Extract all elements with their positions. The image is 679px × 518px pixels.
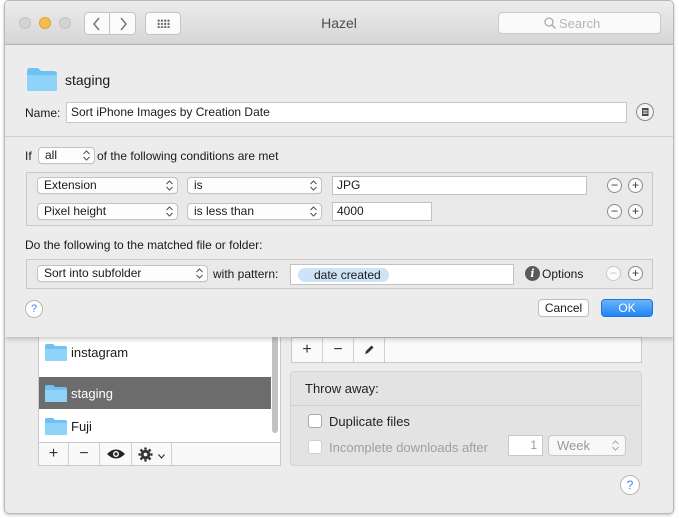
condition-operator-select[interactable]: is less than	[187, 203, 322, 220]
condition-operator-value: is	[194, 178, 203, 192]
add-condition-button[interactable]: +	[628, 178, 643, 193]
condition-operator-select[interactable]: is	[187, 177, 322, 194]
options-button[interactable]: Options	[542, 267, 583, 281]
folder-actions-button[interactable]	[132, 443, 172, 465]
popup-arrows-icon	[612, 440, 619, 451]
add-action-button[interactable]: +	[628, 266, 643, 281]
add-rule-button[interactable]: +	[292, 338, 323, 362]
help-button[interactable]: ?	[25, 300, 43, 318]
rule-notes-button[interactable]	[636, 103, 654, 121]
actions-box: Sort into subfolder with pattern: date c…	[26, 259, 653, 289]
rule-edit-sheet: staging Name: Sort iPhone Images by Crea…	[5, 45, 673, 337]
remove-action-button[interactable]: −	[606, 266, 621, 281]
eye-icon	[106, 449, 125, 459]
condition-attribute-select[interactable]: Pixel height	[37, 203, 178, 220]
condition-attribute-value: Pixel height	[44, 204, 107, 218]
search-input[interactable]: Search	[498, 12, 661, 34]
condition-attribute-value: Extension	[44, 178, 97, 192]
help-button[interactable]: ?	[620, 475, 640, 495]
popup-arrows-icon	[166, 180, 173, 191]
divider	[5, 136, 673, 137]
popup-arrows-icon	[166, 206, 173, 217]
hazel-window: Hazel Search instagram staging Fuji + −	[4, 0, 674, 514]
pencil-icon	[365, 345, 374, 354]
cancel-button[interactable]: Cancel	[538, 299, 589, 317]
folder-list-toolbar: + −	[38, 442, 281, 466]
folder-icon	[45, 344, 67, 361]
folder-name: staging	[71, 386, 113, 401]
chevron-down-icon	[157, 454, 165, 459]
actions-label: Do the following to the matched file or …	[25, 238, 263, 252]
condition-operator-value: is less than	[194, 204, 255, 218]
condition-value-field[interactable]: JPG	[332, 176, 587, 195]
incomplete-downloads-label: Incomplete downloads after	[329, 440, 488, 455]
duplicate-files-checkbox[interactable]	[308, 414, 322, 428]
conditions-suffix: of the following conditions are met	[97, 149, 279, 163]
search-placeholder: Search	[559, 16, 601, 31]
folder-name: Fuji	[71, 419, 92, 434]
ok-button[interactable]: OK	[601, 299, 653, 317]
condition-value-field[interactable]: 4000	[332, 202, 432, 221]
list-item[interactable]: staging	[39, 377, 271, 409]
folder-list-scrollbar[interactable]	[272, 329, 278, 433]
remove-condition-button[interactable]: −	[607, 204, 622, 219]
pattern-field[interactable]: date created	[290, 264, 514, 285]
rule-name-field[interactable]: Sort iPhone Images by Creation Date	[66, 102, 627, 123]
list-item[interactable]: Fuji	[39, 410, 271, 442]
titlebar: Hazel Search	[5, 1, 673, 45]
incomplete-downloads-checkbox[interactable]	[308, 440, 322, 454]
add-condition-button[interactable]: +	[628, 204, 643, 219]
popup-arrows-icon	[196, 268, 203, 279]
rules-toolbar: + −	[291, 337, 642, 363]
pattern-token[interactable]: date created	[298, 268, 389, 282]
folder-name: instagram	[71, 345, 129, 360]
remove-folder-button[interactable]: −	[69, 443, 100, 465]
popup-arrows-icon	[310, 180, 317, 191]
throw-away-panel: Throw away: Duplicate files Incomplete d…	[290, 371, 642, 466]
incomplete-unit-value: Week	[557, 438, 590, 453]
view-folder-button[interactable]	[100, 443, 132, 465]
duplicate-files-label: Duplicate files	[329, 414, 410, 429]
popup-arrows-icon	[83, 150, 90, 161]
folder-icon	[45, 385, 67, 402]
conditions-box: Extension is JPG − + Pixel height is les…	[26, 172, 653, 226]
name-label: Name:	[25, 106, 61, 120]
divider	[291, 405, 641, 406]
info-icon[interactable]: i	[525, 266, 540, 281]
action-type-select[interactable]: Sort into subfolder	[37, 265, 208, 282]
add-folder-button[interactable]: +	[39, 443, 69, 465]
document-icon	[642, 108, 649, 116]
match-mode-select[interactable]: all	[38, 147, 95, 164]
folder-list[interactable]: instagram staging Fuji	[38, 329, 281, 443]
throw-away-title: Throw away:	[305, 381, 379, 396]
action-type-value: Sort into subfolder	[44, 266, 142, 280]
folder-icon	[27, 68, 57, 91]
remove-rule-button[interactable]: −	[323, 338, 354, 362]
match-mode-value: all	[45, 148, 58, 162]
folder-icon	[45, 418, 67, 435]
edit-rule-button[interactable]	[354, 338, 385, 362]
if-label: If	[25, 149, 32, 163]
with-pattern-label: with pattern:	[213, 267, 279, 281]
incomplete-unit-select[interactable]: Week	[548, 435, 626, 456]
search-icon	[544, 17, 556, 29]
condition-attribute-select[interactable]: Extension	[37, 177, 178, 194]
popup-arrows-icon	[310, 206, 317, 217]
remove-condition-button[interactable]: −	[607, 178, 622, 193]
gear-icon	[138, 447, 153, 462]
watched-folder-name: staging	[65, 72, 111, 88]
list-item[interactable]: instagram	[39, 336, 271, 368]
incomplete-amount-field[interactable]: 1	[508, 435, 543, 456]
